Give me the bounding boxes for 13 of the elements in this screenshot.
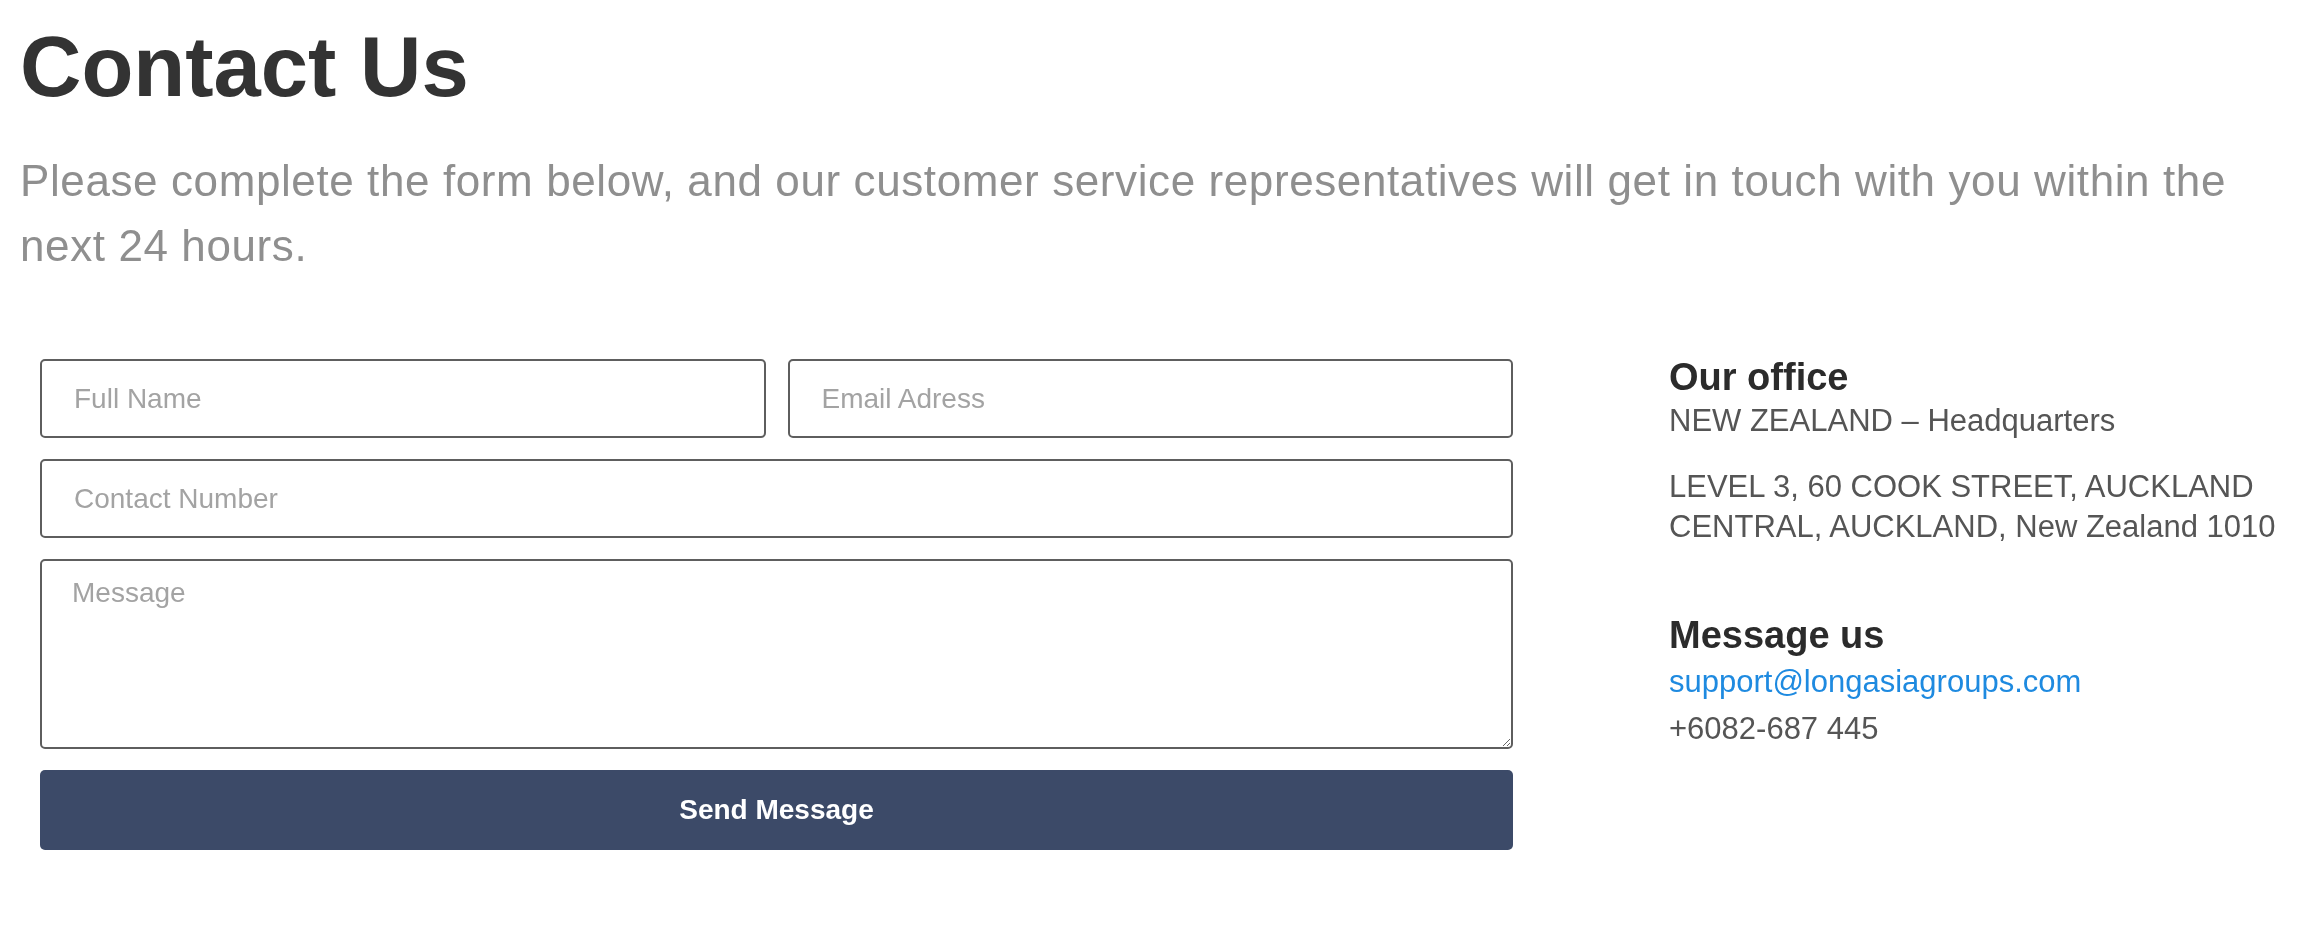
office-heading: Our office: [1669, 355, 1849, 400]
office-address: LEVEL 3, 60 COOK STREET, AUCKLAND CENTRAL, AUCKLAND, New Zealand 1010: [1669, 467, 2276, 546]
message-field[interactable]: Message: [40, 559, 1513, 749]
input-field[interactable]: Contact Number: [40, 459, 1513, 538]
send-message-button[interactable]: Send Message: [40, 770, 1513, 850]
message-us-heading: Message us: [1669, 612, 1885, 658]
page-title: Contact Us: [20, 18, 469, 116]
input-field[interactable]: Full Name: [40, 359, 766, 438]
email-link[interactable]: support@longasiagroups.com: [1669, 662, 2082, 703]
office-name: NEW ZEALAND – Headquarters: [1669, 401, 2116, 440]
intro-text: Please complete the form below, and our customer service representatives will get in touch with you within the next 24 hours.: [20, 155, 2227, 272]
phone-number: +6082-687 445: [1669, 710, 1879, 749]
input-field[interactable]: Email Adress: [787, 359, 1513, 438]
